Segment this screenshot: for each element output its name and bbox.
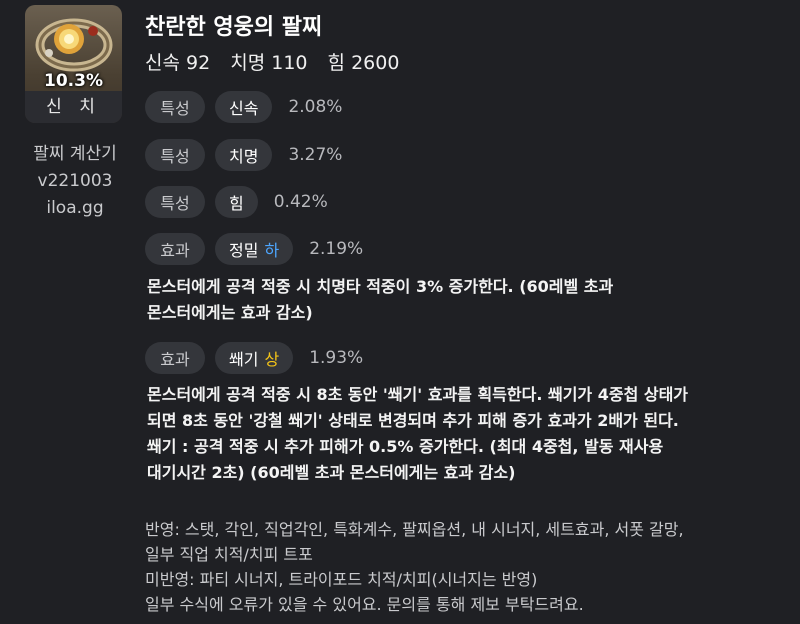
description-line: 몬스터에게 공격 적중 시 치명타 적중이 3% 증가한다. (60레벨 초과	[147, 277, 614, 296]
option-row: 특성 힘 0.42%	[145, 186, 328, 218]
effect-value: 1.93%	[309, 348, 364, 368]
description-line: 몬스터에게 공격 적중 시 8초 동안 '쐐기' 효과를 획득한다. 쐐기가 4…	[147, 385, 689, 404]
effect-row-wedge: 효과 쐐기 상 1.93%	[145, 342, 363, 374]
option-value: 0.42%	[273, 192, 328, 212]
effect-value: 2.19%	[309, 239, 364, 259]
option-value: 3.27%	[288, 145, 343, 165]
stat-strength: 힘 2600	[327, 52, 400, 74]
item-panel: 10.3% 신 치 팔찌 계산기 v221003 iloa.gg	[25, 5, 125, 222]
effect-name: 쐐기	[229, 350, 259, 369]
stat-summary: 신속 92 치명 110 힘 2600	[145, 48, 413, 75]
effect-description-precision: 몬스터에게 공격 적중 시 치명타 적중이 3% 증가한다. (60레벨 초과 …	[147, 274, 613, 326]
bracelet-grade: 신 치	[25, 91, 122, 123]
effect-level: 상	[264, 350, 280, 369]
note-line: 일부 직업 치적/치피 트포	[145, 545, 313, 564]
option-name-badge: 힘	[215, 186, 258, 218]
description-line: 대기시간 2초) (60레벨 초과 몬스터에게는 효과 감소)	[147, 463, 516, 482]
option-name-badge: 신속	[215, 91, 273, 123]
bracelet-item-icon: 10.3% 신 치	[25, 5, 122, 123]
description-line: 쐐기 : 공격 적중 시 추가 피해가 0.5% 증가한다. (최대 4중첩, …	[147, 437, 664, 456]
effect-row-precision: 효과 정밀 하 2.19%	[145, 233, 363, 265]
option-category-badge: 특성	[145, 139, 205, 171]
option-row: 특성 신속 2.08%	[145, 91, 342, 123]
calculator-version: v221003	[37, 171, 113, 191]
note-line: 반영: 스탯, 각인, 직업각인, 특화계수, 팔찌옵션, 내 시너지, 세트효…	[145, 520, 684, 539]
effect-name: 정밀	[229, 241, 259, 260]
description-line: 되면 8초 동안 '강철 쐐기' 상태로 변경되며 추가 피해 증가 효과가 2…	[147, 411, 679, 430]
note-line: 일부 수식에 오류가 있을 수 있어요. 문의를 통해 제보 부탁드려요.	[145, 595, 584, 614]
note-line: 미반영: 파티 시너지, 트라이포드 치적/치피(시너지는 반영)	[145, 570, 538, 589]
description-line: 몬스터에게는 효과 감소)	[147, 303, 313, 322]
effect-level: 하	[264, 241, 280, 260]
bracelet-icon	[35, 18, 113, 72]
calculator-info: 팔찌 계산기 v221003 iloa.gg	[25, 141, 125, 222]
effect-category-badge: 효과	[145, 342, 205, 374]
option-category-badge: 특성	[145, 91, 205, 123]
calculator-site: iloa.gg	[46, 198, 104, 218]
option-name-badge: 치명	[215, 139, 273, 171]
effect-name-badge: 정밀 하	[215, 233, 294, 265]
effect-description-wedge: 몬스터에게 공격 적중 시 8초 동안 '쐐기' 효과를 획득한다. 쐐기가 4…	[147, 382, 688, 486]
stat-crit: 치명 110	[230, 52, 308, 74]
option-value: 2.08%	[288, 97, 343, 117]
bracelet-percent: 10.3%	[44, 71, 103, 91]
option-row: 특성 치명 3.27%	[145, 139, 342, 171]
stat-swiftness: 신속 92	[145, 52, 211, 74]
option-category-badge: 특성	[145, 186, 205, 218]
item-title: 찬란한 영웅의 팔찌	[145, 15, 323, 40]
effect-category-badge: 효과	[145, 233, 205, 265]
effect-name-badge: 쐐기 상	[215, 342, 294, 374]
calculator-name: 팔찌 계산기	[33, 144, 117, 164]
calculation-notes: 반영: 스탯, 각인, 직업각인, 특화계수, 팔찌옵션, 내 시너지, 세트효…	[145, 517, 684, 617]
